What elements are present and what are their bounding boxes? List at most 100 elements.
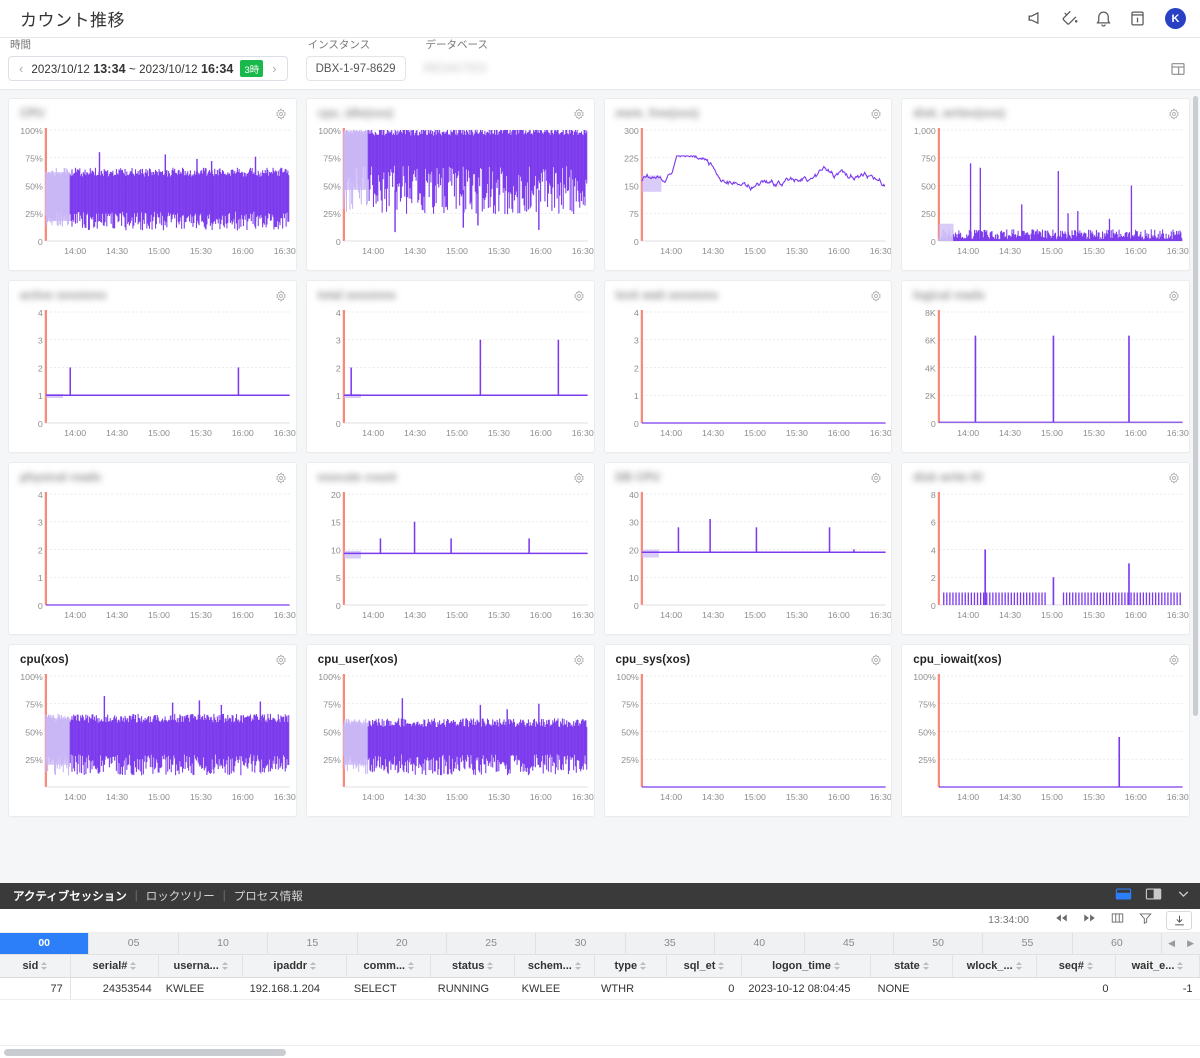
table-header-command[interactable]: comm... [346,954,432,979]
ruler-cell-35[interactable]: 35 [625,932,716,954]
time-range-picker[interactable]: ‹ 2023/10/12 13:34 ~ 2023/10/12 16:34 3時… [8,56,288,81]
ruler-cell-25[interactable]: 25 [446,932,537,954]
charts-scrollbar-thumb[interactable] [1193,96,1198,716]
filter-icon[interactable] [1125,911,1153,930]
sort-icon[interactable] [1015,961,1022,971]
svg-text:25%: 25% [25,755,43,765]
table-header-status[interactable]: status [430,954,516,979]
svg-text:0: 0 [336,419,341,429]
ruler-cell-60[interactable]: 60 [1072,932,1163,954]
chart-panel[interactable]: cpu_user(xos) 100% 75% 50% 25% 14:00 14:30 15:0… [305,644,595,817]
table-header-ipaddr[interactable]: ipaddr [242,954,348,979]
time-next-button[interactable]: › [267,62,281,75]
ruler-cell-30[interactable]: 30 [536,932,626,954]
ruler-cell-20[interactable]: 20 [357,932,447,954]
table-hscrollbar-thumb[interactable] [4,1049,286,1056]
charts-scrollbar[interactable] [1193,90,1198,883]
avatar[interactable]: K [1165,8,1186,29]
bell-icon[interactable] [1094,9,1113,28]
table-header-label: state [894,960,920,972]
sort-icon[interactable] [1177,961,1184,971]
charts-scroll-area[interactable]: CPU 100% 75% 50% 25% 0 14:00 14:30 15:00 15:30 16:… [0,90,1200,883]
ruler-cell-15[interactable]: 15 [268,932,358,954]
ruler-cell-00[interactable]: 00 [0,932,90,954]
chart-panel[interactable]: mem_free(xos) 300 225 150 75 0 14:00 14:30 15:00… [603,98,893,271]
chart-panel[interactable]: lock wait sessions 4 3 2 1 0 14:00 14:30 15:00 15… [603,280,893,453]
ruler-next-button[interactable]: ▶ [1187,938,1194,949]
columns-icon[interactable] [1097,911,1125,930]
ruler-cell-05[interactable]: 05 [89,932,179,954]
table-header-sid[interactable]: sid [0,954,71,979]
chart-panel[interactable]: logical reads 8K 6K 4K 2K 0 14:00 14:30 15:00 15:… [901,280,1190,453]
table-header-sql_et[interactable]: sql_et [666,954,742,979]
chart-panel[interactable]: DB CPU 40 30 20 10 0 14:00 14:30 15:00 15:30 16:00… [603,462,893,635]
sort-icon[interactable] [718,961,725,971]
sort-icon[interactable] [640,961,647,971]
table-header-seq[interactable]: seq# [1036,954,1117,979]
tab-lock-tree[interactable]: ロックツリー [141,888,220,904]
panel-bottom-icon[interactable] [1102,887,1132,904]
chart-panel[interactable]: active sessions 4 3 2 1 0 14:00 14:30 15:00 15:30… [8,280,297,453]
chart-panel[interactable]: disk write IO 8 6 4 2 0 14:00 14:30 15:00 15:30 16… [901,462,1190,635]
table-header-schema[interactable]: schem... [514,954,595,979]
tab-process-info[interactable]: プロセス情報 [229,888,308,904]
chart-panel-title: logical reads [913,290,985,302]
tab-active-session[interactable]: アクティブセッション [8,888,132,904]
rewind-icon[interactable] [1041,911,1069,930]
instance-select[interactable]: DBX-1-97-8629 [305,56,406,81]
chart-panel[interactable]: physical reads 4 3 2 1 0 14:00 14:30 15:00 15:30 1… [8,462,297,635]
chevron-down-icon[interactable] [1162,887,1192,904]
table-header-serial[interactable]: serial# [70,954,160,979]
table-header-username[interactable]: userna... [158,954,244,979]
sort-icon[interactable] [221,961,228,971]
sort-icon[interactable] [130,961,137,971]
minute-ruler[interactable]: 00 05 10 15 20 25 30 35 40 45 50 55 60 ◀ ▶ [0,932,1200,955]
svg-text:15:30: 15:30 [488,792,510,802]
panel-right-icon[interactable] [1132,887,1162,904]
ruler-cell-45[interactable]: 45 [804,932,894,954]
time-prev-button[interactable]: ‹ [14,62,28,75]
chart-panel[interactable]: CPU 100% 75% 50% 25% 0 14:00 14:30 15:00 15:30 16:… [8,98,297,271]
ruler-cell-40[interactable]: 40 [715,932,805,954]
paint-bucket-icon[interactable] [1060,9,1079,28]
chart-panel[interactable]: cpu(xos) 100% 75% 50% 25% 14:00 14:30 15:00 15:3… [8,644,297,817]
table-header-wait_e[interactable]: wait_e... [1115,954,1200,979]
fast-forward-icon[interactable] [1069,911,1097,930]
chart-panel-title: cpu_sys(xos) [615,654,691,666]
chart-panel[interactable]: execute count 20 15 10 5 0 14:00 14:30 15:00 15:3… [305,462,595,635]
sort-icon[interactable] [574,961,581,971]
svg-text:16:00: 16:00 [827,428,849,438]
sort-icon[interactable] [922,961,929,971]
chart-panel[interactable]: disk_writes(xos) 1,000 750 500 250 0 14:00 14:3… [901,98,1190,271]
sort-icon[interactable] [833,961,840,971]
sort-icon[interactable] [1086,961,1093,971]
table-cell-logon_time: 2023-10-12 08:04:45 [741,977,871,1001]
chart-panel[interactable]: cpu_idle(xos) 100% 75% 50% 25% 0 14:00 14:30 15:… [305,98,595,271]
download-icon[interactable] [1166,910,1192,930]
table-header-wlock[interactable]: wlock_... [952,954,1037,979]
sort-icon[interactable] [310,961,317,971]
chart-panel[interactable]: cpu_iowait(xos) 100% 75% 50% 25% 14:00 14:30 15… [901,644,1190,817]
chart-panel[interactable]: cpu_sys(xos) 100% 75% 50% 25% 14:00 14:30 15:00… [603,644,893,817]
megaphone-icon[interactable] [1026,9,1045,28]
session-table-wrap[interactable]: sid serial# userna... ipaddr comm... status sc… [0,954,1200,1058]
ruler-cell-50[interactable]: 50 [893,932,984,954]
table-head: sid serial# userna... ipaddr comm... status sc… [0,954,1200,979]
sort-icon[interactable] [408,961,415,971]
ruler-prev-button[interactable]: ◀ [1168,938,1175,949]
sort-icon[interactable] [487,961,494,971]
table-header-logon_time[interactable]: logon_time [741,954,872,979]
table-header-state[interactable]: state [870,954,953,979]
table-header-type[interactable]: type [594,954,668,979]
svg-text:16:00: 16:00 [1125,246,1147,256]
svg-text:16:00: 16:00 [232,246,254,256]
database-select[interactable]: REDACTED [424,56,488,81]
chart-panel[interactable]: total sessions 4 3 2 1 0 14:00 14:30 15:00 15:30 1… [305,280,595,453]
info-box-icon[interactable] [1128,9,1147,28]
table-header-label: type [614,960,638,972]
table-hscrollbar[interactable] [0,1045,1200,1058]
sort-icon[interactable] [41,961,48,971]
ruler-cell-55[interactable]: 55 [983,932,1073,954]
table-row[interactable]: 77 24353544 KWLEE 192.168.1.204 SELECT RUNNIN… [0,977,1200,1001]
ruler-cell-10[interactable]: 10 [178,932,269,954]
